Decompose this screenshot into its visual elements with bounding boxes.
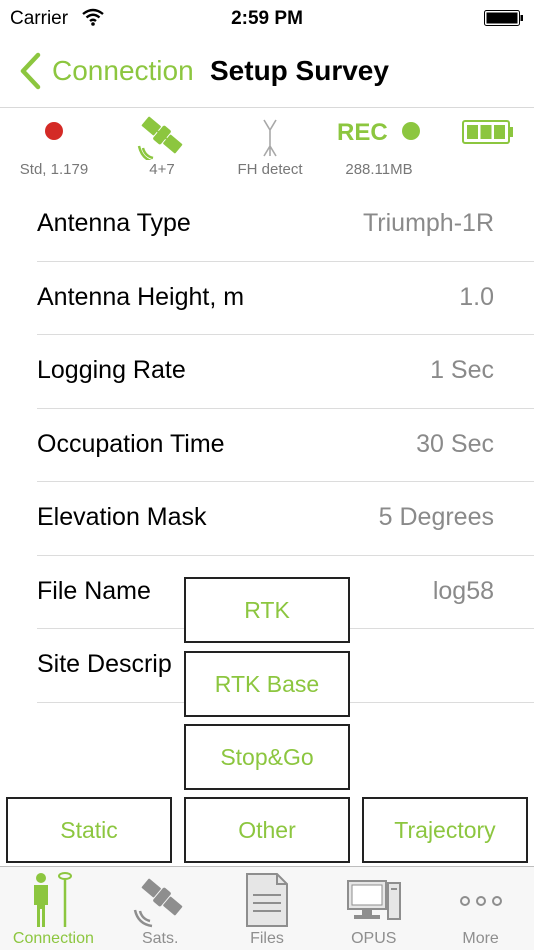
surveyor-icon [34,872,73,927]
satellite-count: 4+7 [149,161,175,178]
satellite-status: 4+7 [108,108,216,188]
tab-connection[interactable]: Connection [0,867,107,950]
back-button[interactable]: Connection [18,52,194,90]
setting-label: Occupation Time [37,429,225,458]
more-dots-icon [459,896,502,906]
tab-sats[interactable]: Sats. [107,867,214,950]
trajectory-button[interactable]: Trajectory [362,797,528,863]
rtk-button[interactable]: RTK [184,577,350,643]
tab-label: Sats. [141,930,179,947]
static-button[interactable]: Static [6,797,172,863]
setting-value: 30 Sec [416,429,494,458]
tab-label: Connection [12,930,94,947]
setting-label: File Name [37,576,151,605]
back-button-label: Connection [52,55,194,86]
stop-go-button[interactable]: Stop&Go [184,724,350,790]
radio-status-label: FH detect [237,161,303,178]
setting-label: Antenna Type [37,209,191,237]
tab-more[interactable]: More [427,867,534,950]
solution-status-label: Std, 1.179 [19,161,89,178]
setting-value: log58 [432,576,494,605]
setting-elevation-mask[interactable]: Elevation Mask 5 Degrees [37,482,534,556]
tab-label: More [462,930,499,947]
rtk-base-button[interactable]: RTK Base [184,651,350,717]
page-title: Setup Survey [210,55,389,86]
setting-label: Site Descrip [37,650,172,678]
radio-status: FH detect [216,108,324,188]
tab-label: Files [250,930,284,947]
recording-dot-icon [402,122,420,140]
setting-label: Logging Rate [37,356,186,384]
setting-antenna-type[interactable]: Antenna Type Triumph-1R [37,188,534,262]
solution-status: Std, 1.179 [0,108,108,188]
setting-antenna-height[interactable]: Antenna Height, m 1.0 [37,262,534,335]
setting-value: 5 Degrees [378,503,494,531]
recording-size: 288.11MB [345,161,413,178]
receiver-status-strip: Std, 1.179 4+7 FH detect 288.11MB [0,108,534,188]
tab-bar: Connection Sats. Files OPUS More [0,866,534,950]
tab-opus[interactable]: OPUS [320,867,427,950]
computer-icon [346,880,401,920]
chevron-left-icon [20,52,41,90]
setting-occupation-time[interactable]: Occupation Time 30 Sec [37,409,534,482]
receiver-battery-icon [462,120,513,144]
tab-files[interactable]: Files [214,867,321,950]
setting-label: Antenna Height, m [37,282,245,311]
setting-value: 1.0 [459,282,494,311]
tab-label: OPUS [351,930,397,947]
navigation-bar: Connection Setup Survey [0,38,534,108]
satellite-icon [137,116,183,160]
setting-label: Elevation Mask [37,503,207,531]
setting-value: 1 Sec [430,356,494,384]
antenna-icon [263,119,277,157]
document-icon [245,873,288,927]
setting-logging-rate[interactable]: Logging Rate 1 Sec [37,335,534,409]
setting-value: Triumph-1R [362,209,494,237]
status-bar: Carrier 2:59 PM [0,0,534,38]
clock: 2:59 PM [231,8,303,29]
other-button[interactable]: Other [184,797,350,863]
battery-icon [484,10,523,26]
red-dot-icon [45,122,63,140]
satellite-icon [133,878,183,928]
rec-label: REC [337,119,388,146]
